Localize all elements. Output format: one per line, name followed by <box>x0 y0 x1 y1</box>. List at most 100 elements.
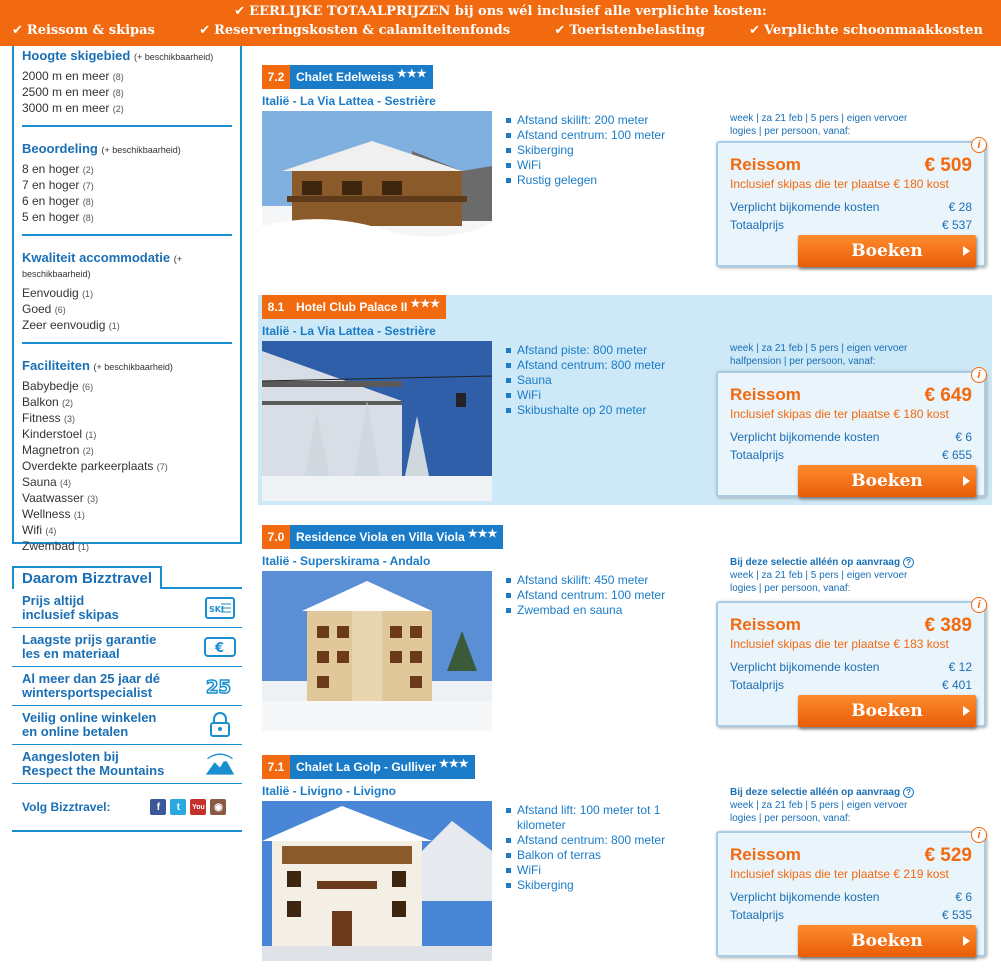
accommodation-photo[interactable] <box>262 571 492 731</box>
book-button[interactable]: Boeken <box>798 235 976 267</box>
arrow-right-icon <box>963 706 970 716</box>
follow-label: Volg Bizztravel: <box>22 800 111 814</box>
filter-option[interactable]: Zwembad (1) <box>22 539 232 555</box>
svg-text:SKI: SKI <box>209 605 224 614</box>
accommodation-photo[interactable] <box>262 801 492 961</box>
listing-card: 7.1 Chalet La Golp - Gulliver ★★★ Italië -… <box>258 755 992 965</box>
feature-item: Rustig gelegen <box>504 173 674 188</box>
filter-option[interactable]: Overdekte parkeerplaats (7) <box>22 459 232 475</box>
price-amount: € 529 <box>924 845 972 866</box>
filter-option[interactable]: 2500 m en meer (8) <box>22 85 232 101</box>
filter-option[interactable]: Magnetron (2) <box>22 443 232 459</box>
filter-option[interactable]: Kinderstoel (1) <box>22 427 232 443</box>
feature-list: Afstand skilift: 200 meter Afstand centr… <box>504 113 674 188</box>
filter-option[interactable]: Vaatwasser (3) <box>22 491 232 507</box>
total-price: € 537 <box>941 218 972 232</box>
filter-option[interactable]: Balkon (2) <box>22 395 232 411</box>
on-request-note[interactable]: Bij deze selectie alléén op aanvraag? <box>730 557 915 568</box>
check-icon: ✔ <box>234 4 246 19</box>
accommodation-name[interactable]: Hotel Club Palace II <box>296 300 407 314</box>
travel-meta: week | za 21 feb | 5 pers | eigen vervoe… <box>730 800 908 824</box>
banner-item: ✔ Reserveringskosten & calamiteitenfonds <box>199 23 511 38</box>
rating-score: 7.1 <box>262 755 290 779</box>
accommodation-name[interactable]: Chalet Edelweiss <box>296 70 394 84</box>
feature-item: Afstand lift: 100 meter tot 1 kilometer <box>504 803 674 833</box>
filter-note: (+ beschikbaarheid) <box>101 145 181 155</box>
listing-card: 7.2 Chalet Edelweiss ★★★ Italië - La Via L… <box>258 65 992 275</box>
stars: ★★★ <box>410 297 440 310</box>
feature-item: WiFi <box>504 388 674 403</box>
accommodation-name[interactable]: Chalet La Golp - Gulliver <box>296 760 436 774</box>
extra-costs-label: Verplicht bijkomende kosten <box>730 200 880 214</box>
book-button[interactable]: Boeken <box>798 695 976 727</box>
filter-option[interactable]: 8 en hoger (2) <box>22 162 232 178</box>
listing-card: 7.0 Residence Viola en Villa Viola ★★★ Ita… <box>258 525 992 735</box>
accommodation-name[interactable]: Residence Viola en Villa Viola <box>296 530 465 544</box>
travel-meta: week | za 21 feb | 5 pers | eigen vervoe… <box>730 343 908 367</box>
usp-item[interactable]: Prijs altijd inclusief skipas SKI <box>12 589 242 628</box>
accommodation-photo[interactable] <box>262 341 492 501</box>
help-icon[interactable]: ? <box>903 557 915 568</box>
feature-item: Balkon of terras <box>504 848 674 863</box>
filter-note: (+ beschikbaarheid) <box>133 52 214 62</box>
filter-option[interactable]: Goed (6) <box>22 302 232 318</box>
price-label: Reissom <box>730 615 801 634</box>
youtube-icon[interactable]: You <box>190 799 207 815</box>
price-amount: € 509 <box>924 155 972 176</box>
filter-option[interactable]: Babybedje (6) <box>22 379 232 395</box>
filter-option[interactable]: 6 en hoger (8) <box>22 194 232 210</box>
help-icon[interactable]: ? <box>903 787 915 798</box>
svg-text:€: € <box>214 641 224 656</box>
lock-icon <box>204 711 236 739</box>
usp-item[interactable]: Al meer dan 25 jaar dé wintersportspecial… <box>12 667 242 706</box>
filter-option[interactable]: 5 en hoger (8) <box>22 210 232 226</box>
skipas-note: Inclusief skipas die ter plaatse € 183 k… <box>730 637 949 651</box>
banner-headline: EERLIJKE TOTAALPRIJZEN bij ons wél inclu… <box>249 4 767 19</box>
banner-items: ✔ Reissom & skipas ✔ Reserveringskosten & … <box>0 23 1001 38</box>
accommodation-photo[interactable] <box>262 111 492 271</box>
usp-item[interactable]: Aangesloten bij Respect the Mountains <box>12 745 242 784</box>
location: Italië - Superskirama - Andalo <box>262 554 431 568</box>
twitter-icon[interactable]: t <box>170 799 187 815</box>
why-title: Daarom Bizztravel <box>12 566 163 589</box>
feature-list: Afstand lift: 100 meter tot 1 kilometer … <box>504 803 674 893</box>
filter-option[interactable]: Zeer eenvoudig (1) <box>22 318 232 334</box>
info-icon[interactable]: i <box>971 827 987 843</box>
price-label: Reissom <box>730 845 801 864</box>
filter-option[interactable]: Sauna (4) <box>22 475 232 491</box>
filter-option[interactable]: Wifi (4) <box>22 523 232 539</box>
filter-group-rating: Beoordeling (+ beschikbaarheid) 8 en hog… <box>22 139 232 236</box>
feature-item: Afstand piste: 800 meter <box>504 343 674 358</box>
stars: ★★★ <box>439 757 469 770</box>
info-icon[interactable]: i <box>971 367 987 383</box>
price-box: i Reissom € 389 Inclusief skipas die ter … <box>716 597 987 727</box>
book-button[interactable]: Boeken <box>798 925 976 957</box>
check-icon: ✔ <box>749 23 761 38</box>
facebook-icon[interactable]: f <box>150 799 167 815</box>
on-request-note[interactable]: Bij deze selectie alléén op aanvraag? <box>730 787 915 798</box>
filter-option[interactable]: Wellness (1) <box>22 507 232 523</box>
respect-mountains-icon <box>204 750 236 778</box>
price-amount: € 649 <box>924 385 972 406</box>
arrow-right-icon <box>963 476 970 486</box>
filter-option[interactable]: 3000 m en meer (2) <box>22 101 232 117</box>
skipas-note: Inclusief skipas die ter plaatse € 180 k… <box>730 407 949 421</box>
filter-option[interactable]: Fitness (3) <box>22 411 232 427</box>
feature-item: Skiberging <box>504 143 674 158</box>
totaalprijs-banner: ✔ EERLIJKE TOTAALPRIJZEN bij ons wél incl… <box>0 0 1001 46</box>
usp-item[interactable]: Veilig online winkelen en online betalen <box>12 706 242 745</box>
book-button[interactable]: Boeken <box>798 465 976 497</box>
instagram-icon[interactable]: ◉ <box>210 799 227 815</box>
filter-group-facilities: Faciliteiten (+ beschikbaarheid) Babybed… <box>22 356 232 563</box>
filter-option[interactable]: 2000 m en meer (8) <box>22 69 232 85</box>
rating-score: 7.0 <box>262 525 290 549</box>
svg-text:25: 25 <box>206 677 231 698</box>
usp-item[interactable]: Laagste prijs garantie les en materiaal € <box>12 628 242 667</box>
info-icon[interactable]: i <box>971 137 987 153</box>
filter-title: Hoogte skigebied <box>22 48 131 63</box>
feature-item: Afstand centrum: 800 meter <box>504 358 674 373</box>
info-icon[interactable]: i <box>971 597 987 613</box>
filter-option[interactable]: 7 en hoger (7) <box>22 178 232 194</box>
filter-option[interactable]: Eenvoudig (1) <box>22 286 232 302</box>
euro-ticket-icon: € <box>204 633 236 661</box>
